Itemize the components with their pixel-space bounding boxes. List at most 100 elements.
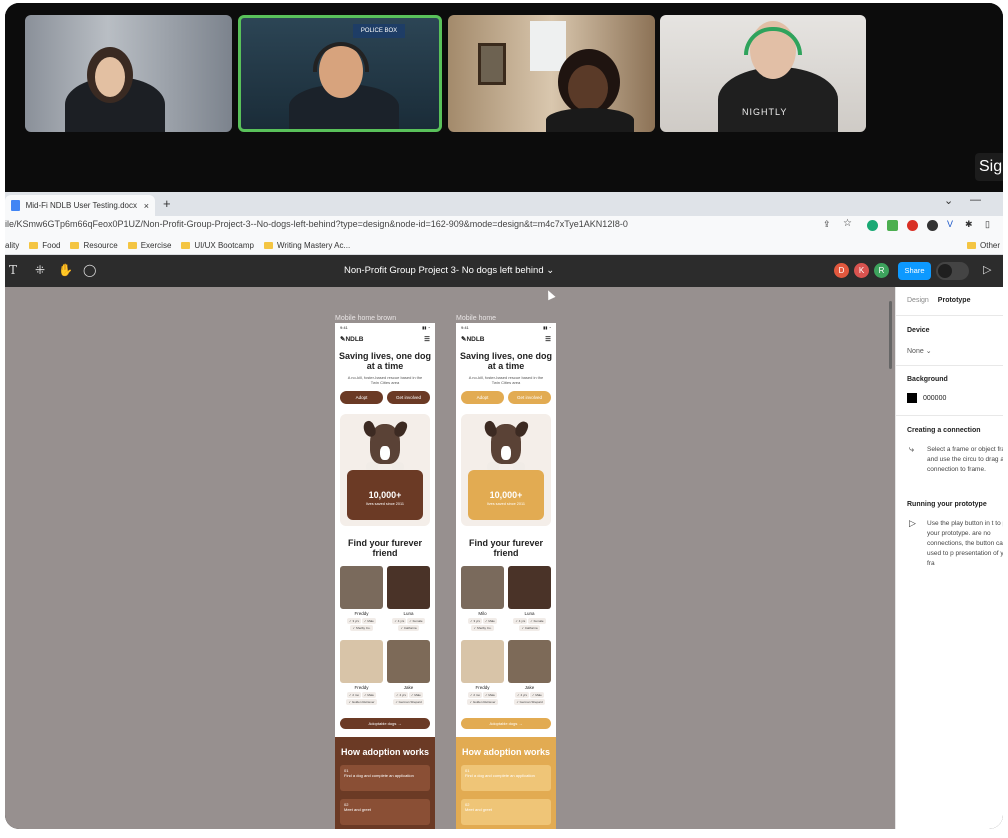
dog-illustration [370, 424, 400, 464]
get-involved-button[interactable]: Get involved [508, 391, 551, 404]
close-tab-icon[interactable]: × [144, 201, 149, 211]
logo-text: NDLB [345, 336, 364, 343]
extensions-puzzle-icon[interactable]: ✱ [965, 219, 973, 230]
hero-headline: Saving lives, one dog at a time [459, 351, 553, 371]
dog-card[interactable]: Milo ✓ 3 yrs ✓ Male ✓ Shelby Co. [461, 566, 504, 636]
folder-icon [967, 241, 976, 249]
wall-frame [478, 43, 506, 85]
other-bookmarks[interactable]: Other [967, 241, 1000, 250]
tab-row: Mid-Fi NDLB User Testing.docx × + ⌄ — [5, 192, 1003, 216]
dog-card[interactable]: Freddy ✓ 2 mo ✓ Male ✓ Golden Retriever [340, 640, 383, 710]
site-logo[interactable]: ✎NDLB [340, 335, 364, 343]
frame-label[interactable]: Mobile home [456, 315, 496, 322]
text-tool-icon[interactable]: T [9, 263, 17, 277]
avatar-r[interactable]: R [874, 263, 889, 278]
menu-icon[interactable]: ☰ [424, 335, 430, 343]
canvas-scrollbar[interactable] [889, 301, 892, 369]
bookmark-item-4[interactable]: UI/UX Bootcamp [181, 241, 254, 250]
dog-name: Freddy [354, 685, 369, 690]
adoptable-dogs-button[interactable]: Adoptable dogs → [461, 718, 551, 729]
bookmark-item-1[interactable]: Food [29, 241, 60, 250]
file-title[interactable]: Non-Profit Group Project 3- No dogs left… [344, 265, 554, 276]
frame-label[interactable]: Mobile home brown [335, 315, 396, 322]
dog-card[interactable]: Freddy ✓ 2 mo ✓ Male ✓ Golden Retriever [461, 640, 504, 710]
site-nav: ✎NDLB ☰ [335, 333, 435, 345]
adopt-button[interactable]: Adopt [340, 391, 383, 404]
menu-icon[interactable]: ☰ [545, 335, 551, 343]
tab-design[interactable]: Design [907, 297, 929, 304]
dog-card[interactable]: Jake ✓ 4 yrs ✓ Male ✓ German Shepard [387, 640, 430, 710]
dog-card[interactable]: Jake ✓ 4 yrs ✓ Male ✓ German Shepard [508, 640, 551, 710]
present-play-icon[interactable]: ▷ [983, 263, 991, 276]
bookmark-star-icon[interactable]: ☆ [843, 218, 852, 229]
share-button[interactable]: Share [898, 262, 931, 280]
comment-icon[interactable]: ◯ [83, 263, 96, 277]
dog-tags: ✓ 4 yrs ✓ Male ✓ German Shepard [387, 692, 430, 705]
participant-tile-3[interactable] [448, 15, 655, 132]
tab-title: Mid-Fi NDLB User Testing.docx [25, 201, 138, 210]
dog-tag: ✓ Male [530, 692, 544, 698]
dog-name: Luna [524, 611, 535, 616]
bookmark-item-3[interactable]: Exercise [127, 241, 171, 250]
design-canvas[interactable]: Mobile home brown 9:41 ▮▮ ◔ ✎NDLB ☰ Saving… [5, 287, 895, 829]
figma-toolbar: T ⁜ ✋ ◯ Non-Profit Group Project 3- No d… [5, 255, 1003, 287]
shirt-text: NIGHTLY [742, 107, 788, 117]
sidebar-icon[interactable]: ▯ [985, 219, 990, 230]
background-value[interactable]: 000000 [923, 395, 946, 402]
dog-name: Freddy [354, 611, 369, 616]
dog-tag: ✓ Shelby Co. [471, 625, 494, 631]
dog-card[interactable]: Luna ✓ 4 yrs ✓ Female ✓ California [387, 566, 430, 636]
headset-icon [744, 27, 802, 55]
browser-tab-active[interactable]: Mid-Fi NDLB User Testing.docx × [5, 195, 155, 216]
status-time: 9:41 [340, 325, 348, 330]
share-page-icon[interactable]: ⇪ [823, 219, 831, 230]
extension-dropper-icon[interactable] [887, 220, 898, 231]
dog-tags: ✓ 4 yrs ✓ Female ✓ California [508, 618, 551, 631]
docs-icon [11, 200, 20, 211]
adopt-button[interactable]: Adopt [461, 391, 504, 404]
get-involved-button[interactable]: Get involved [387, 391, 430, 404]
bookmark-item-2[interactable]: Resource [70, 241, 118, 250]
hero-image: 10,000+ lives saved since 2011 [340, 414, 430, 526]
participant-tile-2-active[interactable]: POLICE BOX [238, 15, 442, 132]
participant-tile-4[interactable]: NIGHTLY [660, 15, 866, 132]
new-tab-button[interactable]: + [163, 196, 171, 211]
step-card: 02 Meet and greet [461, 799, 551, 825]
dog-name: Freddy [475, 685, 490, 690]
step-text: Meet and greet [344, 807, 371, 812]
extension-c-icon[interactable] [927, 220, 938, 231]
dog-tag: ✓ 3 yrs [468, 618, 482, 624]
dog-name: Jake [403, 685, 414, 690]
dog-name: Milo [478, 611, 487, 616]
url-text[interactable]: ile/KSmw6GTp6m66qFeox0P1UZ/Non-Profit-Gr… [5, 219, 628, 229]
dog-card[interactable]: Luna ✓ 4 yrs ✓ Female ✓ California [508, 566, 551, 636]
tab-prototype[interactable]: Prototype [938, 297, 971, 304]
dev-mode-toggle[interactable] [936, 262, 969, 280]
status-bar: 9:41 ▮▮ ◔ [456, 323, 556, 333]
hand-tool-icon[interactable]: ✋ [58, 263, 73, 277]
connection-icon: ⤷ [909, 444, 915, 454]
dog-tags: ✓ 3 yrs ✓ Male ✓ Shelby Co. [461, 618, 504, 631]
components-icon[interactable]: ⁜ [35, 263, 45, 277]
address-bar[interactable]: ile/KSmw6GTp6m66qFeox0P1UZ/Non-Profit-Gr… [5, 216, 1003, 236]
site-logo[interactable]: ✎NDLB [461, 335, 485, 343]
mobile-frame[interactable]: 9:41 ▮▮ ◔ ✎NDLB ☰ Saving lives, one dog at… [335, 323, 435, 829]
dog-muzzle [380, 446, 390, 460]
device-select[interactable]: None ⌄ [907, 347, 932, 355]
extension-v-icon[interactable]: V [947, 219, 953, 229]
bookmark-item-5[interactable]: Writing Mastery Ac... [263, 241, 350, 250]
extension-shield-icon[interactable] [907, 220, 918, 231]
dog-tag: ✓ California [519, 625, 540, 631]
dog-card[interactable]: Freddy ✓ 3 yrs ✓ Male ✓ Shelby Co. [340, 566, 383, 636]
extension-grammarly-icon[interactable] [867, 220, 878, 231]
avatar-k[interactable]: K [854, 263, 869, 278]
signal-icon: ▮▮ ◔ [543, 325, 551, 330]
avatar-d[interactable]: D [834, 263, 849, 278]
chevron-down-icon[interactable]: ⌄ [944, 194, 953, 207]
participant-tile-1[interactable] [25, 15, 232, 132]
bookmark-item-0[interactable]: ality [5, 241, 19, 250]
mobile-frame[interactable]: 9:41 ▮▮ ◔ ✎NDLB ☰ Saving lives, one dog at… [456, 323, 556, 829]
minimize-button[interactable]: — [970, 194, 981, 206]
background-swatch[interactable] [907, 393, 917, 403]
adoptable-dogs-button[interactable]: Adoptable dogs → [340, 718, 430, 729]
